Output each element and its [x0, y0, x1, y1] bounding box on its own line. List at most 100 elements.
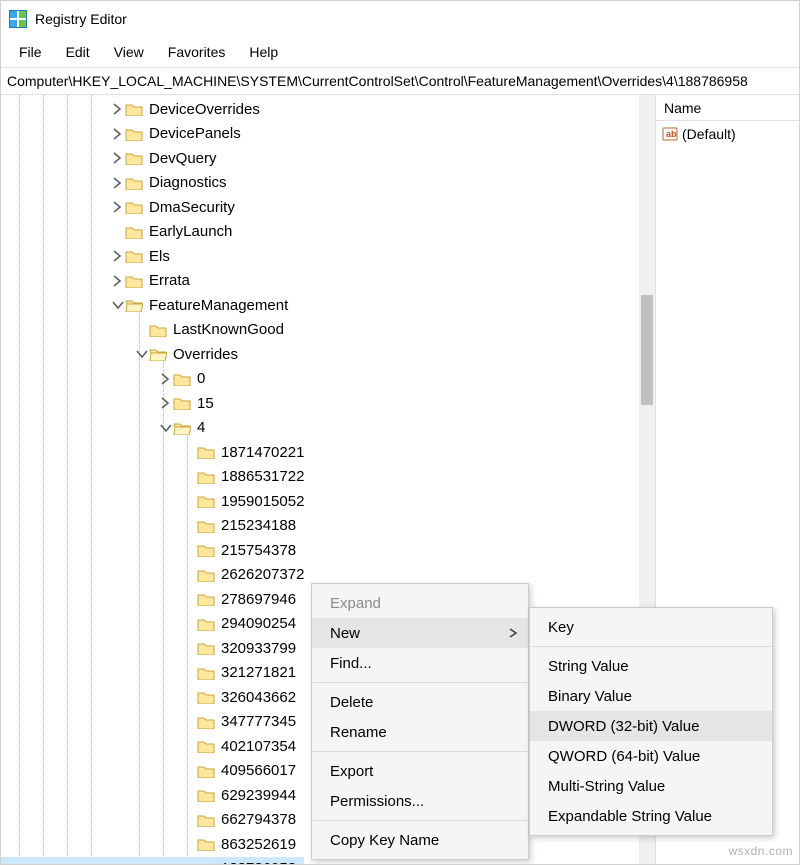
- tree-item-0[interactable]: 0: [1, 367, 304, 392]
- tree-item[interactable]: 1871470221: [1, 440, 304, 465]
- scrollbar-thumb[interactable]: [641, 295, 653, 405]
- cm-copy-key-name[interactable]: Copy Key Name: [312, 825, 528, 855]
- chevron-right-icon[interactable]: [157, 395, 173, 411]
- cm-new-string[interactable]: String Value: [530, 651, 772, 681]
- tree-label: 15: [197, 395, 214, 412]
- cm-rename[interactable]: Rename: [312, 717, 528, 747]
- cm-delete[interactable]: Delete: [312, 687, 528, 717]
- folder-icon: [125, 200, 143, 214]
- registry-editor-window: Registry Editor File Edit View Favorites…: [0, 0, 800, 865]
- cm-new-label: New: [330, 625, 360, 642]
- tree-item-diagnostics[interactable]: Diagnostics: [1, 171, 304, 196]
- tree-label: 347777345: [221, 713, 296, 730]
- tree-label: 215754378: [221, 542, 296, 559]
- folder-icon: [149, 323, 167, 337]
- tree-item[interactable]: 409566017: [1, 759, 304, 784]
- menu-edit[interactable]: Edit: [54, 40, 102, 64]
- tree-item[interactable]: 1886531722: [1, 465, 304, 490]
- chevron-down-icon[interactable]: [133, 346, 149, 362]
- tree-item-overrides[interactable]: Overrides: [1, 342, 304, 367]
- tree-label: 409566017: [221, 762, 296, 779]
- tree-label: Overrides: [173, 346, 238, 363]
- menu-help[interactable]: Help: [237, 40, 290, 64]
- folder-icon: [197, 568, 215, 582]
- tree-item-4[interactable]: 4: [1, 416, 304, 441]
- cm-separator: [531, 646, 771, 647]
- menu-view[interactable]: View: [102, 40, 156, 64]
- folder-icon: [197, 494, 215, 508]
- tree-item[interactable]: 326043662: [1, 685, 304, 710]
- tree-item-earlylaunch[interactable]: EarlyLaunch: [1, 220, 304, 245]
- chevron-down-icon[interactable]: [157, 420, 173, 436]
- tree-label: LastKnownGood: [173, 321, 284, 338]
- cm-new-dword[interactable]: DWORD (32-bit) Value: [530, 711, 772, 741]
- chevron-down-icon[interactable]: [109, 297, 125, 313]
- tree-item[interactable]: 215234188: [1, 514, 304, 539]
- app-icon: [9, 10, 27, 28]
- address-bar[interactable]: Computer\HKEY_LOCAL_MACHINE\SYSTEM\Curre…: [1, 67, 799, 95]
- tree-item[interactable]: 294090254: [1, 612, 304, 637]
- tree-label: Els: [149, 248, 170, 265]
- cm-new-key[interactable]: Key: [530, 612, 772, 642]
- tree-item-featuremanagement[interactable]: FeatureManagement: [1, 293, 304, 318]
- tree-item[interactable]: 347777345: [1, 710, 304, 735]
- tree-item-devquery[interactable]: DevQuery: [1, 146, 304, 171]
- tree-label: 1871470221: [221, 444, 304, 461]
- chevron-right-icon[interactable]: [109, 101, 125, 117]
- folder-icon: [197, 543, 215, 557]
- tree-label: DevicePanels: [149, 125, 241, 142]
- tree-label: 326043662: [221, 689, 296, 706]
- folder-icon: [125, 151, 143, 165]
- tree-item[interactable]: 321271821: [1, 661, 304, 686]
- tree-item[interactable]: 629239944: [1, 783, 304, 808]
- tree-label: DevQuery: [149, 150, 217, 167]
- cm-new-binary[interactable]: Binary Value: [530, 681, 772, 711]
- folder-icon: [197, 837, 215, 851]
- tree-item-errata[interactable]: Errata: [1, 269, 304, 294]
- chevron-right-icon[interactable]: [109, 150, 125, 166]
- chevron-right-icon[interactable]: [109, 248, 125, 264]
- cm-permissions[interactable]: Permissions...: [312, 786, 528, 816]
- cm-new-expandable[interactable]: Expandable String Value: [530, 801, 772, 831]
- tree-label: 278697946: [221, 591, 296, 608]
- chevron-right-icon[interactable]: [109, 126, 125, 142]
- tree-item-els[interactable]: Els: [1, 244, 304, 269]
- tree-item[interactable]: 662794378: [1, 808, 304, 833]
- tree-label: EarlyLaunch: [149, 223, 232, 240]
- folder-icon: [197, 470, 215, 484]
- tree-item-deviceoverrides[interactable]: DeviceOverrides: [1, 97, 304, 122]
- tree-item-dmasecurity[interactable]: DmaSecurity: [1, 195, 304, 220]
- value-row-default[interactable]: ab (Default): [662, 123, 793, 145]
- tree-item[interactable]: 320933799: [1, 636, 304, 661]
- chevron-right-icon[interactable]: [109, 175, 125, 191]
- cm-export[interactable]: Export: [312, 756, 528, 786]
- tree-item-lastknowngood[interactable]: LastKnownGood: [1, 318, 304, 343]
- tree-label: 320933799: [221, 640, 296, 657]
- values-column-name[interactable]: Name: [656, 95, 799, 121]
- value-name: (Default): [682, 126, 736, 142]
- tree-label: 321271821: [221, 664, 296, 681]
- tree-label: 402107354: [221, 738, 296, 755]
- tree-item[interactable]: 402107354: [1, 734, 304, 759]
- tree-item[interactable]: 1959015052: [1, 489, 304, 514]
- tree-item-15[interactable]: 15: [1, 391, 304, 416]
- tree-item-selected[interactable]: 188786958: [1, 857, 304, 865]
- folder-icon: [197, 445, 215, 459]
- tree-item[interactable]: 278697946: [1, 587, 304, 612]
- cm-find[interactable]: Find...: [312, 648, 528, 678]
- tree-item[interactable]: 863252619: [1, 832, 304, 857]
- chevron-right-icon: [508, 628, 518, 638]
- chevron-right-icon[interactable]: [109, 273, 125, 289]
- cm-new-qword[interactable]: QWORD (64-bit) Value: [530, 741, 772, 771]
- chevron-right-icon[interactable]: [157, 371, 173, 387]
- tree-item[interactable]: 2626207372: [1, 563, 304, 588]
- tree-item-devicepanels[interactable]: DevicePanels: [1, 122, 304, 147]
- tree-item[interactable]: 215754378: [1, 538, 304, 563]
- cm-new-multi[interactable]: Multi-String Value: [530, 771, 772, 801]
- folder-icon: [197, 813, 215, 827]
- menu-favorites[interactable]: Favorites: [156, 40, 238, 64]
- chevron-right-icon[interactable]: [109, 199, 125, 215]
- cm-new[interactable]: New: [312, 618, 528, 648]
- tree-label: 1886531722: [221, 468, 304, 485]
- menu-file[interactable]: File: [7, 40, 54, 64]
